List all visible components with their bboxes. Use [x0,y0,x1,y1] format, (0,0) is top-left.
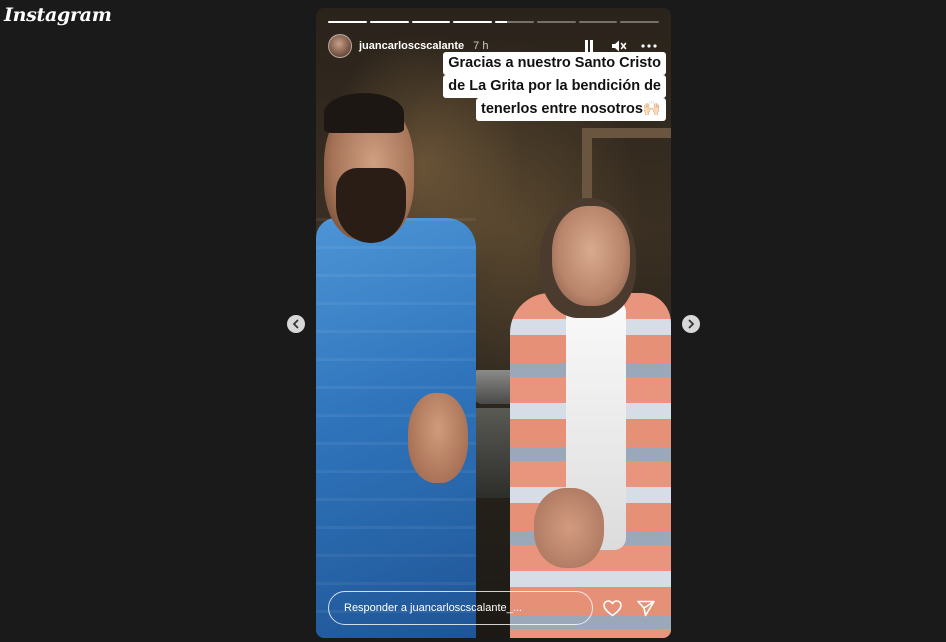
avatar[interactable] [328,34,352,58]
send-icon [637,600,655,616]
progress-segment [620,21,659,23]
progress-segment-fill [369,21,409,23]
share-button[interactable] [636,598,656,618]
caption-line: de La Grita por la bendición de [443,75,666,98]
next-story-button[interactable] [682,315,700,333]
progress-segment [453,21,492,23]
like-button[interactable] [602,598,622,618]
progress-segment-fill [453,21,492,23]
man-hair [324,93,404,133]
progress-segment [578,21,618,23]
story-caption: Gracias a nuestro Santo Cristo de La Gri… [443,52,666,121]
more-options-icon [641,44,657,48]
progress-segment-fill [411,21,451,23]
previous-story-button[interactable] [287,315,305,333]
progress-segment [369,21,409,23]
mute-icon [612,40,627,52]
man-beard [336,168,406,243]
caption-line: Gracias a nuestro Santo Cristo [443,52,666,75]
reply-bar [328,591,659,625]
woman-hands [534,488,604,568]
progress-segment [328,21,367,23]
progress-segment [495,21,534,23]
pause-icon [585,40,593,52]
woman-head [552,206,630,306]
story-timestamp: 7 h [473,40,489,52]
progress-segment-fill [328,21,367,23]
man-hands [408,393,468,483]
instagram-logo[interactable]: Instagram [4,4,112,26]
chevron-left-icon [292,319,299,329]
progress-segment [411,21,451,23]
progress-segment-fill [495,21,507,23]
caption-line: tenerlos entre nosotros🙌🏻 [475,98,666,121]
progress-segment [536,21,576,23]
story-progress-bar [328,21,659,23]
chevron-right-icon [688,319,695,329]
story-viewer[interactable]: juancarloscscalante 7 h Gracias a nuestr… [316,8,671,638]
heart-icon [602,599,622,616]
story-username[interactable]: juancarloscscalante [359,40,464,52]
reply-input[interactable] [328,591,593,625]
